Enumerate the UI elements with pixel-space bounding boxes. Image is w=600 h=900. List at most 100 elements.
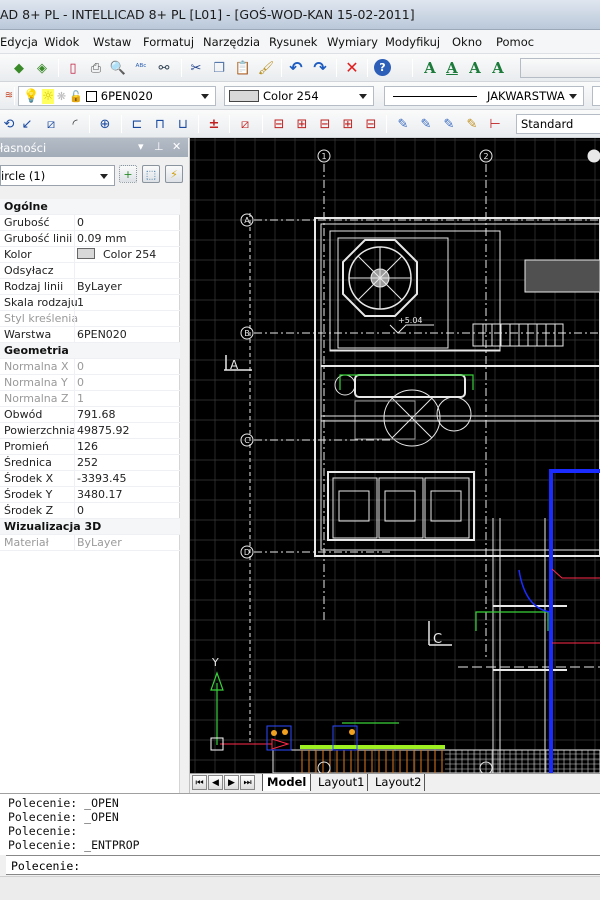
print-preview-icon[interactable]: 🔍 (109, 59, 127, 77)
spellcheck-icon[interactable]: ᴬᴮᶜ (132, 59, 150, 77)
arc-icon[interactable]: ◜ (66, 115, 84, 133)
property-value[interactable]: Color 254 (77, 248, 156, 261)
property-row[interactable]: Promień 126 (0, 439, 180, 455)
toggle-pickadd-button[interactable]: + (119, 165, 137, 183)
dimstyle-override-icon[interactable]: ⊢ (486, 115, 504, 133)
property-value[interactable]: ByLayer (77, 280, 122, 293)
property-value[interactable]: 6PEN020 (77, 328, 127, 341)
menu-formatuj[interactable]: Formatuj (143, 35, 194, 49)
tab-layout2[interactable]: Layout2 (371, 774, 426, 791)
cad-drawing[interactable]: 1 2 A B C D A C +5.04 Y (190, 138, 600, 773)
property-row[interactable]: Rodzaj linii ByLayer (0, 279, 180, 295)
delete-icon[interactable]: ✕ (343, 59, 361, 77)
grip-dot[interactable] (282, 729, 288, 735)
property-row[interactable]: Normalna Y 0 (0, 375, 180, 391)
menu-modyfikuj[interactable]: Modyfikuj (385, 35, 440, 49)
property-value[interactable]: 791.68 (77, 408, 116, 421)
property-value[interactable]: 0 (77, 216, 84, 229)
property-value[interactable]: -3393.45 (77, 472, 126, 485)
property-value[interactable]: 126 (77, 440, 98, 453)
dimstyle-edit-icon[interactable]: ✎ (394, 115, 412, 133)
new-icon[interactable]: ▯ (64, 59, 82, 77)
property-value[interactable]: 0 (77, 360, 84, 373)
panel-menu-icon[interactable]: ▾ (138, 140, 144, 153)
prev-tab-button[interactable]: ◀ (208, 775, 223, 790)
help-icon[interactable]: ? (374, 59, 391, 76)
copy-icon[interactable]: ❐ (210, 59, 228, 77)
property-value[interactable]: 1 (77, 392, 84, 405)
dim-aligned-icon[interactable]: ⊓ (151, 115, 169, 133)
leader-icon[interactable]: ↙ (18, 115, 36, 133)
dim-linear-icon[interactable]: ⊏ (128, 115, 146, 133)
menu-wstaw[interactable]: Wstaw (93, 35, 131, 49)
property-row[interactable]: Normalna Z 1 (0, 391, 180, 407)
property-row[interactable]: Grubość linii 0.09 mm (0, 231, 180, 247)
property-category[interactable]: Ogólne (0, 199, 180, 215)
grip-dot[interactable] (349, 729, 355, 735)
property-row[interactable]: Środek Y 3480.17 (0, 487, 180, 503)
dim-radius-icon[interactable]: ⊟ (362, 115, 380, 133)
property-row[interactable]: Normalna X 0 (0, 359, 180, 375)
property-value[interactable]: 3480.17 (77, 488, 123, 501)
text-style-icon[interactable]: A (443, 59, 461, 77)
tolerance-icon[interactable]: ⧄ (42, 115, 60, 133)
cut-icon[interactable]: ✂ (187, 59, 205, 77)
select-objects-button[interactable]: ⬚ (142, 165, 160, 183)
undo-icon[interactable]: ↶ (287, 59, 305, 77)
menu-wymiary[interactable]: Wymiary (327, 35, 378, 49)
lineweight-combo[interactable] (592, 86, 600, 106)
property-value[interactable]: 1 (77, 296, 84, 309)
dim-center-icon[interactable]: ⊞ (339, 115, 357, 133)
dim-tolerance-icon[interactable]: ± (205, 115, 223, 133)
command-input[interactable]: Polecenie: (6, 855, 600, 875)
menu-narzedzia[interactable]: Narzędzia (203, 35, 260, 49)
dimstyle-open-icon[interactable]: ✎ (463, 115, 481, 133)
property-value[interactable]: 252 (77, 456, 98, 469)
dim-oblique-icon[interactable]: ⧄ (236, 115, 254, 133)
property-row[interactable]: Środek Z 0 (0, 503, 180, 519)
menu-pomoc[interactable]: Pomoc (496, 35, 534, 49)
quick-select-button[interactable]: ⚡ (165, 165, 183, 183)
zoom-center-icon[interactable]: ⊕ (96, 115, 114, 133)
property-row[interactable]: Środek X -3393.45 (0, 471, 180, 487)
menu-widok[interactable]: Widok (44, 35, 79, 49)
text-icon[interactable]: A (421, 59, 439, 77)
dim-baseline-icon[interactable]: ⊔ (174, 115, 192, 133)
find-icon[interactable]: ⚯ (155, 59, 173, 77)
property-row[interactable]: Powierzchnia 49875.92 (0, 423, 180, 439)
tab-layout1[interactable]: Layout1 (314, 774, 369, 791)
edit-text-icon[interactable]: A (466, 59, 484, 77)
property-value[interactable]: 0 (77, 376, 84, 389)
property-value[interactable]: 0.09 mm (77, 232, 126, 245)
linetype-combo[interactable]: JAKWARSTWA (384, 86, 584, 106)
dimstyle-update-icon[interactable]: ✎ (417, 115, 435, 133)
match-properties-icon[interactable]: 🖌 (257, 59, 275, 77)
grip-dot[interactable] (271, 730, 277, 736)
property-row[interactable]: Kolor Color 254 (0, 247, 180, 263)
rotate-icon[interactable]: ⟲ (0, 115, 18, 133)
property-value[interactable]: 49875.92 (77, 424, 130, 437)
layer-combo[interactable]: 💡 ☼ ❋ 🔓 6PEN020 (18, 86, 216, 106)
print-icon[interactable]: ⎙ (87, 59, 105, 77)
redo-icon[interactable]: ↷ (311, 59, 329, 77)
drawing-canvas[interactable]: 1 2 A B C D A C +5.04 Y (190, 138, 600, 773)
find-text-icon[interactable]: A (489, 59, 507, 77)
open-icon[interactable]: ◆ (10, 59, 28, 77)
property-category[interactable]: Wizualizacja 3D (0, 519, 180, 535)
menu-edycja[interactable]: Edycja (0, 35, 38, 49)
property-row[interactable]: Odsyłacz (0, 263, 180, 279)
first-tab-button[interactable]: ⏮ (192, 775, 207, 790)
layer-manager-icon[interactable]: ≋ (0, 87, 18, 105)
property-row[interactable]: Grubość 0 (0, 215, 180, 231)
last-tab-button[interactable]: ⏭ (240, 775, 255, 790)
text-style-combo[interactable] (520, 58, 600, 78)
property-row[interactable]: Średnica 252 (0, 455, 180, 471)
save-icon[interactable]: ◈ (33, 59, 51, 77)
property-value[interactable]: ByLayer (77, 536, 122, 549)
property-row[interactable]: Styl kreślenia (0, 311, 180, 327)
menu-rysunek[interactable]: Rysunek (269, 35, 317, 49)
paste-icon[interactable]: 📋 (234, 59, 252, 77)
color-combo[interactable]: Color 254 (224, 86, 374, 106)
dim-continue-icon[interactable]: ⊟ (316, 115, 334, 133)
dimstyle-combo[interactable]: Standard (516, 114, 600, 134)
